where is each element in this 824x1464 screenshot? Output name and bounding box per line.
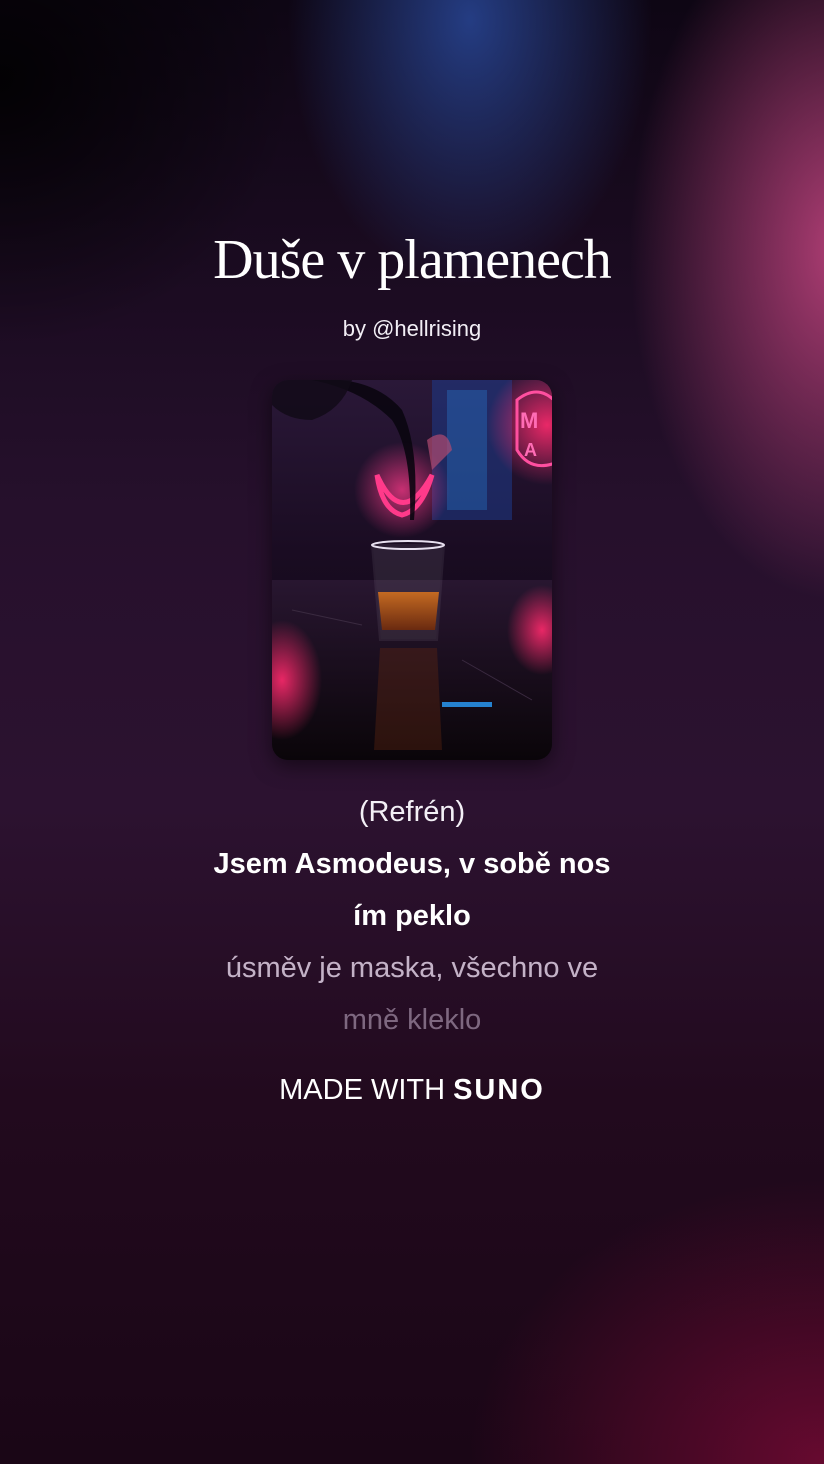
made-with-label: MADE WITH [279,1074,446,1106]
song-title: Duše v plamenech [213,229,612,291]
lyrics-panel: (Refrén) Jsem Asmodeus, v sobě nos ím pe… [0,786,824,1046]
lyric-line-active: Jsem Asmodeus, v sobě nos [213,848,611,880]
svg-text:M: M [520,408,538,433]
lyric-line-active-cont: ím peklo [353,900,471,932]
made-with-watermark: MADE WITH SUNO [0,1074,824,1107]
lyric-line-next: úsměv je maska, všechno ve [225,952,599,984]
lyric-section-label: (Refrén) [358,796,466,828]
cover-art-image: M A [272,380,552,760]
cover-art: M A [272,380,552,760]
artist-handle: by @hellrising [342,316,482,341]
lyric-video-frame: Duše v plamenech by @hellrising M A (Ref… [0,0,824,1464]
suno-logo: SUNO [453,1074,545,1106]
svg-text:A: A [524,440,537,460]
lyric-line-next-cont: mně kleklo [342,1004,482,1036]
